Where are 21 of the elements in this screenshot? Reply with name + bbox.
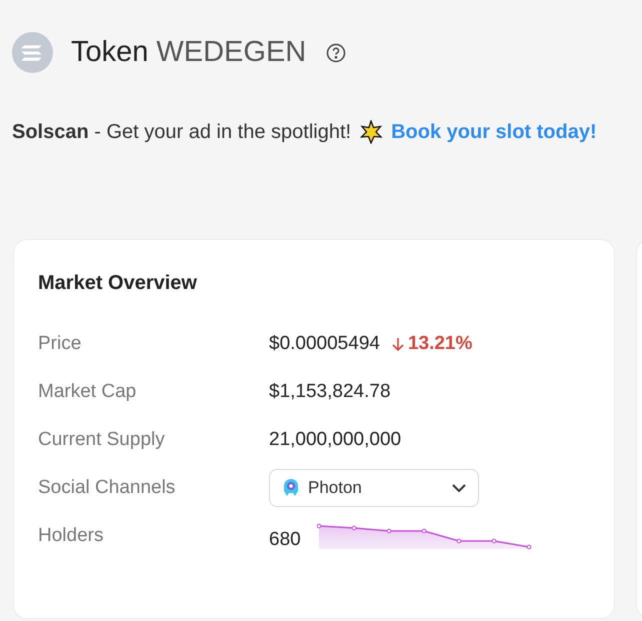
stat-label: Social Channels	[38, 476, 176, 500]
stat-label: Current Supply	[38, 428, 166, 452]
stat-value: 21,000,000,000	[269, 428, 402, 450]
ad-text: Solscan - Get your ad in the spotlight!	[12, 120, 352, 145]
rocket-icon	[282, 478, 300, 498]
star-icon	[359, 120, 384, 144]
stat-value: $1,153,824.78	[269, 380, 391, 402]
down-arrow-icon	[392, 337, 404, 351]
price-value: $0.00005494	[269, 332, 380, 356]
social-channels-select[interactable]: Photon	[269, 469, 479, 507]
page-title: Token	[71, 38, 148, 67]
price-change: 13.21%	[408, 332, 472, 356]
solana-logo-icon	[12, 32, 53, 73]
stat-label: Holders	[38, 524, 104, 548]
help-icon[interactable]	[326, 42, 346, 62]
card-title: Market Overview	[38, 271, 198, 296]
stat-label: Price	[38, 332, 82, 356]
chevron-down-icon	[452, 484, 466, 492]
holders-value: 680	[269, 528, 301, 552]
token-name: WEDEGEN	[156, 38, 306, 67]
stat-label: Market Cap	[38, 380, 138, 404]
